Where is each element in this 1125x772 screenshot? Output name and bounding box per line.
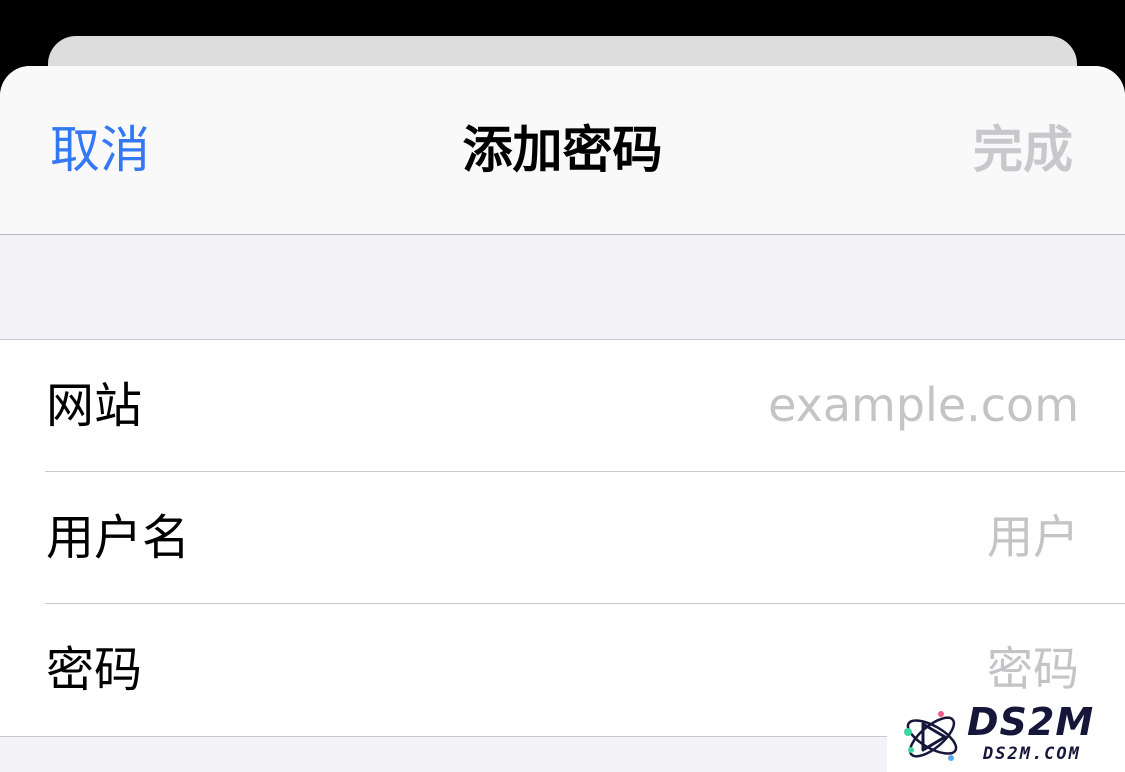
cancel-button[interactable]: 取消 [50, 118, 150, 182]
navigation-bar: 取消 添加密码 完成 [0, 66, 1125, 235]
username-input[interactable] [479, 502, 1079, 572]
website-row[interactable]: 网站 [0, 340, 1125, 472]
done-button[interactable]: 完成 [973, 118, 1073, 182]
website-label: 网站 [46, 378, 143, 434]
username-row[interactable]: 用户名 [0, 472, 1125, 604]
watermark-url: DS2M.COM [983, 744, 1081, 764]
watermark: DS2M DS2M.COM [887, 700, 1125, 772]
watermark-title: DS2M [967, 700, 1095, 744]
password-label: 密码 [46, 642, 143, 698]
website-input[interactable] [479, 370, 1079, 440]
add-password-sheet: 取消 添加密码 完成 网站 用户名 密码 [0, 66, 1125, 772]
atom-logo-icon [904, 711, 958, 761]
username-label: 用户名 [46, 510, 191, 566]
password-input[interactable] [479, 634, 1079, 704]
credentials-form: 网站 用户名 密码 [0, 339, 1125, 737]
page-title: 添加密码 [462, 121, 663, 179]
screen: 取消 添加密码 完成 网站 用户名 密码 [0, 0, 1125, 772]
